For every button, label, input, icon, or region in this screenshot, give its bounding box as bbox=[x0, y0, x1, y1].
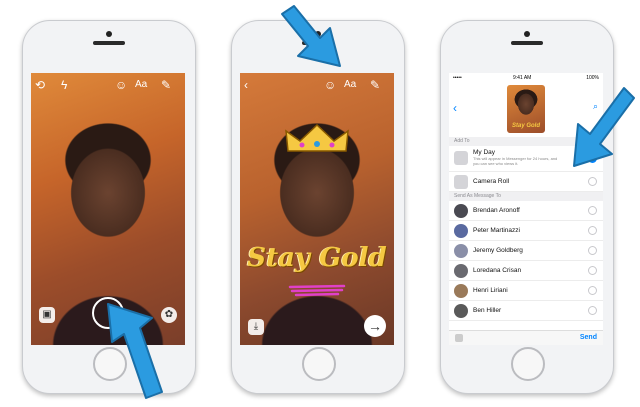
contact-name: Ben Hiller bbox=[473, 307, 502, 314]
smiley-icon[interactable]: ☺ bbox=[324, 77, 336, 93]
phone-share: ••••• 9:41 AM 100% ‹ Stay Gold ⌕ Add To … bbox=[440, 20, 614, 394]
contact-row[interactable]: Loredana Crisan bbox=[449, 261, 603, 281]
front-camera bbox=[106, 31, 112, 37]
earpiece bbox=[511, 41, 543, 45]
brush-icon[interactable]: ✎ bbox=[161, 77, 171, 93]
contact-row[interactable]: Peter Martinazzi bbox=[449, 221, 603, 241]
contact-checkbox[interactable] bbox=[588, 266, 597, 275]
pointer-arrow-icon bbox=[281, 5, 341, 67]
phone-editor: ‹ ☺ Aa ✎ Stay Gold ⤓ → bbox=[231, 20, 405, 394]
my-day-icon bbox=[454, 151, 468, 165]
contact-checkbox[interactable] bbox=[588, 306, 597, 315]
pink-scribble bbox=[288, 284, 346, 297]
send-bar: Send bbox=[449, 330, 603, 345]
contact-checkbox[interactable] bbox=[588, 286, 597, 295]
home-button[interactable] bbox=[511, 347, 545, 381]
back-icon[interactable]: ‹ bbox=[244, 77, 248, 93]
contact-name: Peter Martinazzi bbox=[473, 227, 520, 234]
status-bar: ••••• 9:41 AM 100% bbox=[449, 73, 603, 83]
avatar bbox=[454, 224, 468, 238]
contact-name: Henri Liriani bbox=[473, 287, 508, 294]
stay-gold-sticker[interactable]: Stay Gold bbox=[246, 243, 388, 273]
gallery-icon[interactable]: ▣ bbox=[39, 307, 55, 323]
avatar bbox=[454, 304, 468, 318]
carrier: ••••• bbox=[453, 75, 462, 81]
editor-toolbar: ‹ ☺ Aa ✎ bbox=[240, 77, 394, 97]
crown-sticker[interactable] bbox=[284, 123, 350, 155]
clock: 9:41 AM bbox=[513, 75, 532, 81]
download-icon[interactable]: ⤓ bbox=[248, 319, 264, 335]
contact-name: Brendan Aronoff bbox=[473, 207, 520, 214]
camera-toolbar: ⟲ ϟ ☺ Aa ✎ bbox=[31, 77, 185, 97]
camera-switch-icon[interactable]: ⟲ bbox=[35, 77, 45, 93]
contact-row[interactable]: Jeremy Goldberg bbox=[449, 241, 603, 261]
battery: 100% bbox=[586, 75, 599, 81]
text-icon[interactable]: Aa bbox=[344, 77, 356, 93]
avatar bbox=[454, 244, 468, 258]
pointer-arrow-icon bbox=[107, 303, 163, 399]
camera-roll-icon bbox=[454, 175, 468, 189]
attachment-icon bbox=[455, 334, 463, 342]
my-day-description: This will appear in Messenger for 24 hou… bbox=[473, 156, 558, 166]
contact-name: Jeremy Goldberg bbox=[473, 247, 523, 254]
contact-row[interactable]: Henri Liriani bbox=[449, 281, 603, 301]
send-button[interactable]: Send bbox=[580, 334, 597, 341]
smiley-icon[interactable]: ☺ bbox=[115, 77, 127, 93]
avatar bbox=[454, 284, 468, 298]
contact-checkbox[interactable] bbox=[588, 206, 597, 215]
camera-roll-checkbox[interactable] bbox=[588, 177, 597, 186]
list-item-camera-roll[interactable]: Camera Roll bbox=[449, 172, 603, 192]
contact-checkbox[interactable] bbox=[588, 246, 597, 255]
thumbnail-caption: Stay Gold bbox=[511, 123, 540, 129]
contact-row[interactable]: Ben Hiller bbox=[449, 301, 603, 321]
pointer-arrow-icon bbox=[573, 87, 635, 167]
contact-row[interactable]: Brendan Aronoff bbox=[449, 201, 603, 221]
send-as-message-header: Send As Message To bbox=[449, 192, 603, 201]
contact-checkbox[interactable] bbox=[588, 226, 597, 235]
earpiece bbox=[93, 41, 125, 45]
brush-icon[interactable]: ✎ bbox=[370, 77, 380, 93]
send-arrow-icon[interactable]: → bbox=[364, 315, 386, 337]
front-camera bbox=[524, 31, 530, 37]
editor-screen: ‹ ☺ Aa ✎ Stay Gold ⤓ → bbox=[240, 73, 394, 345]
text-icon[interactable]: Aa bbox=[135, 77, 147, 93]
avatar bbox=[454, 264, 468, 278]
edited-photo bbox=[240, 73, 394, 345]
my-day-label: My Day bbox=[473, 149, 496, 156]
avatar bbox=[454, 204, 468, 218]
flash-icon[interactable]: ϟ bbox=[61, 77, 67, 93]
home-button[interactable] bbox=[302, 347, 336, 381]
contact-name: Loredana Crisan bbox=[473, 267, 522, 274]
story-thumbnail: Stay Gold bbox=[507, 85, 545, 133]
camera-roll-label: Camera Roll bbox=[473, 178, 510, 185]
back-icon[interactable]: ‹ bbox=[453, 101, 457, 115]
